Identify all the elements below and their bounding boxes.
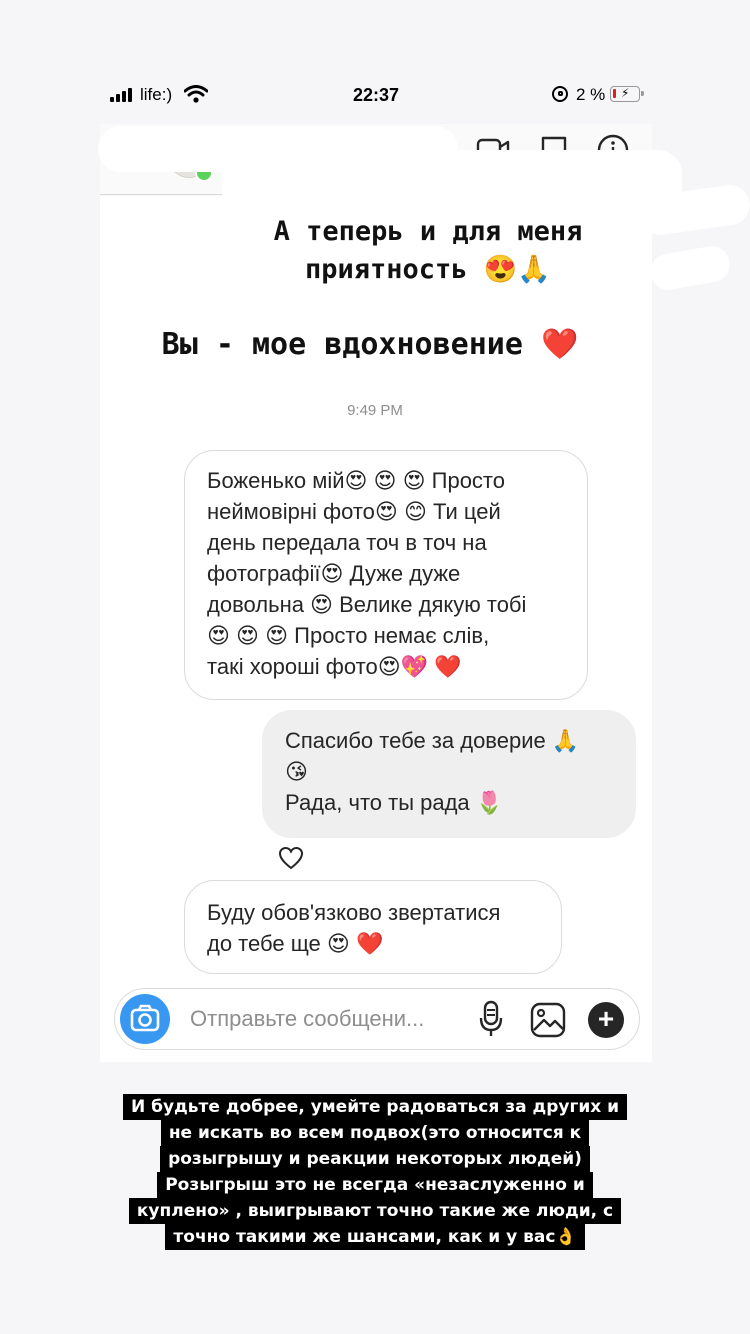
- message-timestamp: 9:49 PM: [347, 402, 403, 419]
- plus-icon[interactable]: +: [588, 1002, 624, 1038]
- message-line: Рада, что ты рада 🌷: [285, 790, 504, 815]
- message-line: Боженько мій😍 😍 😍 Просто: [207, 468, 505, 493]
- message-line: день передала точ в точ на: [207, 530, 487, 555]
- message-bubble-received[interactable]: Боженько мій😍 😍 😍 Просто неймовірні фото…: [184, 450, 588, 700]
- signal-icon: [110, 88, 134, 102]
- brush-stroke: [647, 243, 733, 293]
- caption-line: И будьте добрее, умейте радоваться за др…: [122, 1094, 628, 1120]
- wifi-icon: [184, 85, 208, 103]
- battery-percentage: 2 %: [576, 85, 606, 104]
- message-line: 😍 😍 😍 Просто немає слів,: [207, 623, 490, 648]
- message-line: неймовірні фото😍 😊 Ти цей: [207, 499, 501, 524]
- story-caption: И будьте добрее, умейте радоваться за др…: [0, 1094, 750, 1250]
- message-bubble-received[interactable]: Буду обов'язково звертатися до тебе ще 😍…: [184, 880, 562, 974]
- microphone-icon[interactable]: [478, 1000, 504, 1038]
- caption-line: не искать во всем подвох(это относится к: [160, 1120, 590, 1146]
- message-line: фотографії😍 Дуже дуже: [207, 561, 461, 586]
- message-input[interactable]: [190, 1006, 460, 1032]
- message-line: довольна 😍 Велике дякую тобі: [207, 592, 527, 617]
- battery-icon: ⚡: [610, 86, 644, 102]
- gallery-icon[interactable]: [530, 1002, 566, 1038]
- camera-button[interactable]: [120, 994, 170, 1044]
- rotation-lock-icon: [552, 86, 568, 102]
- message-line: 😘: [285, 759, 308, 784]
- caption-line: розыгрышу и реакции некоторых людей): [160, 1146, 590, 1172]
- carrier-name: life:): [140, 85, 173, 104]
- story-text-line: А теперь и для меня: [273, 216, 583, 247]
- message-line: Спасибо тебе за доверие 🙏: [285, 728, 580, 753]
- story-text-line: Вы - мое вдохновение ❤️: [161, 327, 579, 362]
- message-line: Буду обов'язково звертатися: [207, 900, 501, 925]
- caption-line: Розыгрыш это не всегда «незаслуженно и: [157, 1172, 593, 1198]
- message-line: до тебе ще 😍 ❤️: [207, 931, 384, 956]
- caption-line: куплено» , выигрывают точно такие же люд…: [128, 1198, 622, 1224]
- message-line: такі хороші фото😍💖 ❤️: [207, 654, 462, 679]
- status-bar: life:) 22:37 2 % ⚡: [0, 78, 750, 114]
- heart-icon[interactable]: [278, 846, 304, 870]
- clock: 22:37: [353, 85, 400, 105]
- camera-icon: [130, 1004, 160, 1032]
- caption-line: точно такими же шансами, как и у вас👌: [165, 1224, 585, 1250]
- story-text-line: приятность 😍🙏: [304, 254, 552, 285]
- message-bubble-sent[interactable]: Спасибо тебе за доверие 🙏 😘 Рада, что ты…: [262, 710, 636, 838]
